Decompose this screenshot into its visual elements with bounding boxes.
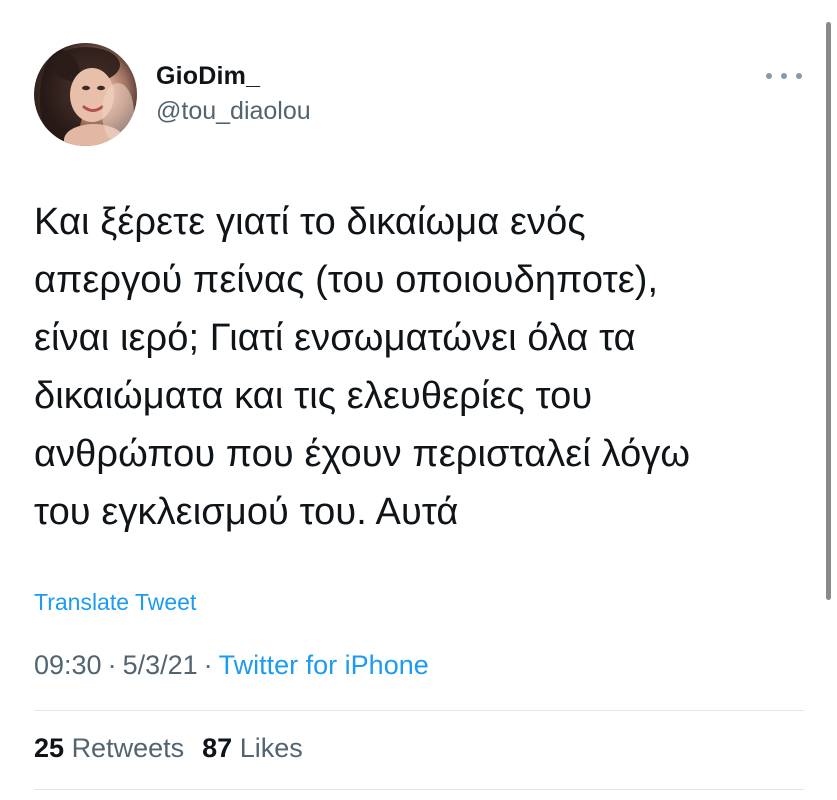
tweet-time[interactable]: 09:30 <box>34 650 102 680</box>
tweet-text-line: απεργού πείνας (του οποιουδηποτε), <box>34 259 659 301</box>
tweet-text-line: είναι ιερό; Γιατί ενσωματώνει όλα τα <box>34 317 636 359</box>
dot <box>781 73 787 79</box>
likes-count: 87 <box>202 733 233 763</box>
tweet-date[interactable]: 5/3/21 <box>123 650 198 680</box>
retweets-count: 25 <box>34 733 65 763</box>
tweet-text-line: Και ξέρετε γιατί το δικαίωμα ενός <box>34 201 586 243</box>
divider <box>34 710 804 711</box>
tweet-stats: 25 Retweets 87 Likes <box>34 733 303 764</box>
avatar[interactable] <box>34 43 137 146</box>
meta-separator: · <box>203 650 213 680</box>
author-display-name[interactable]: GioDim_ <box>156 62 260 91</box>
author-handle[interactable]: @tou_diaolou <box>156 97 311 126</box>
retweets-stat[interactable]: 25 Retweets <box>34 733 184 763</box>
dot <box>766 73 772 79</box>
retweets-label: Retweets <box>71 733 185 763</box>
dot <box>796 73 802 79</box>
tweet-text: Και ξέρετε γιατί το δικαίωμα ενός απεργο… <box>34 193 754 541</box>
tweet-source-link[interactable]: Twitter for iPhone <box>219 650 429 680</box>
translate-tweet-link[interactable]: Translate Tweet <box>34 589 196 616</box>
likes-label: Likes <box>239 733 303 763</box>
likes-stat[interactable]: 87 Likes <box>202 733 303 763</box>
tweet-text-line: του εγκλεισμού του. Αυτά <box>34 491 459 533</box>
tweet-text-line: δικαιώματα και τις ελευθερίες του <box>34 375 593 417</box>
tweet-meta: 09:30 · 5/3/21 · Twitter for iPhone <box>34 650 429 681</box>
tweet-text-line: ανθρώπου που έχουν περισταλεί λόγω <box>34 433 691 475</box>
divider <box>34 789 804 790</box>
profile-photo <box>40 47 134 146</box>
meta-separator: · <box>107 650 117 680</box>
more-dots-icon[interactable] <box>766 64 802 88</box>
scrollbar[interactable] <box>826 22 831 600</box>
